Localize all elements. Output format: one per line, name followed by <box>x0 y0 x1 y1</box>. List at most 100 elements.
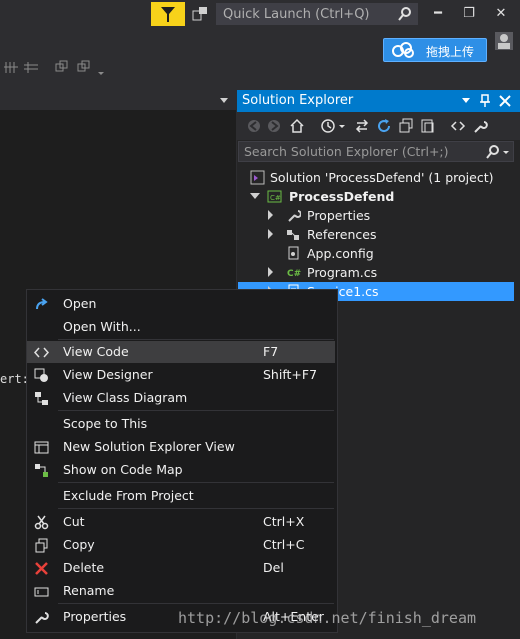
align-icon[interactable] <box>4 60 44 79</box>
designer-icon <box>34 368 48 382</box>
home-icon[interactable] <box>289 118 305 134</box>
expand-arrow-icon[interactable] <box>250 193 260 199</box>
solution-explorer-search-input[interactable]: Search Solution Explorer (Ctrl+;) <box>238 141 514 162</box>
solution-explorer-title-bar: Solution Explorer <box>237 90 520 112</box>
close-icon[interactable] <box>499 95 511 107</box>
tree-item-label: Program.cs <box>307 265 378 280</box>
open-arrow-icon <box>36 298 48 310</box>
class-diagram-icon <box>35 392 48 405</box>
user-avatar-icon[interactable] <box>495 32 513 50</box>
search-icon[interactable] <box>485 144 511 160</box>
pending-dropdown-icon[interactable] <box>338 118 354 134</box>
menu-separator <box>58 508 334 509</box>
tree-item-label: App.config <box>307 246 374 261</box>
tree-item-solution[interactable]: Solution 'ProcessDefend' (1 project) <box>238 168 514 187</box>
rename-icon <box>34 587 49 597</box>
expand-arrow-icon[interactable] <box>268 229 273 239</box>
new-view-icon <box>34 441 49 454</box>
menu-item-label: Open <box>63 296 97 311</box>
minimize-button[interactable]: ━ <box>423 4 453 24</box>
tree-item-properties[interactable]: Properties <box>238 206 514 225</box>
menu-item-label: Copy <box>63 537 95 552</box>
pin-icon[interactable] <box>479 94 491 108</box>
menu-item-exclude-from-project[interactable]: Exclude From Project <box>27 485 335 507</box>
menu-item-scope-to-this[interactable]: Scope to This <box>27 413 335 435</box>
properties-wrench-icon[interactable] <box>472 118 488 134</box>
menu-item-cut[interactable]: Cut Ctrl+X <box>27 511 335 533</box>
upload-button[interactable]: 拖拽上传 <box>383 38 487 62</box>
menu-item-new-solution-explorer-view[interactable]: New Solution Explorer View <box>27 436 335 458</box>
menu-item-view-class-diagram[interactable]: View Class Diagram <box>27 387 335 409</box>
menu-item-shortcut: F7 <box>263 344 279 359</box>
collapse-all-icon[interactable] <box>398 118 414 134</box>
forward-icon[interactable] <box>266 118 282 134</box>
quick-launch-placeholder: Quick Launch (Ctrl+Q) <box>223 7 370 22</box>
menu-item-show-on-code-map[interactable]: Show on Code Map <box>27 459 335 481</box>
menu-item-shortcut: Del <box>263 560 284 575</box>
wrench-icon <box>288 210 301 222</box>
csharp-project-icon: C# <box>267 190 282 203</box>
menu-item-open[interactable]: Open <box>27 293 335 315</box>
panel-dropdown-icon[interactable] <box>462 98 470 104</box>
delete-x-icon <box>35 562 48 575</box>
sync-icon[interactable] <box>354 118 370 134</box>
expand-arrow-icon[interactable] <box>268 210 273 220</box>
tree-item-label: ProcessDefend <box>289 189 395 204</box>
menu-separator <box>58 482 334 483</box>
code-brackets-icon <box>34 347 49 358</box>
menu-item-label: Show on Code Map <box>63 462 183 477</box>
copy-icon <box>35 538 48 553</box>
menu-separator <box>58 603 334 604</box>
watermark-text: http://blog.csdn.net/finish_dream <box>178 609 477 627</box>
tree-item-label: Solution 'ProcessDefend' (1 project) <box>270 170 494 185</box>
wrench-icon <box>35 612 49 624</box>
back-icon[interactable] <box>246 118 262 134</box>
tree-item-references[interactable]: References <box>238 225 514 244</box>
menu-item-label: Rename <box>63 583 115 598</box>
menu-item-label: Exclude From Project <box>63 488 194 503</box>
menu-item-label: Scope to This <box>63 416 148 431</box>
svg-text:C#: C# <box>287 269 301 279</box>
menu-item-label: New Solution Explorer View <box>63 439 235 454</box>
menu-item-copy[interactable]: Copy Ctrl+C <box>27 534 335 556</box>
feedback-icon[interactable] <box>191 5 209 23</box>
close-button[interactable]: ✕ <box>486 4 516 24</box>
search-placeholder: Search Solution Explorer (Ctrl+;) <box>244 144 449 159</box>
menu-item-rename[interactable]: Rename <box>27 580 335 602</box>
csharp-file-icon: C# <box>287 269 301 279</box>
menu-item-view-code[interactable]: View Code F7 <box>27 341 335 363</box>
menu-item-delete[interactable]: Delete Del <box>27 557 335 579</box>
code-view-icon[interactable] <box>450 118 466 134</box>
menu-item-label: Open With... <box>63 319 141 334</box>
quick-launch-input[interactable]: Quick Launch (Ctrl+Q) <box>216 3 418 25</box>
expand-arrow-icon[interactable] <box>268 267 273 277</box>
tree-item-app-config[interactable]: App.config <box>238 244 514 263</box>
restore-button[interactable]: ❐ <box>454 4 484 24</box>
menu-item-shortcut: Shift+F7 <box>263 367 318 382</box>
search-icon[interactable] <box>397 6 413 22</box>
refresh-icon[interactable] <box>376 118 392 134</box>
editor-text: ert: <box>0 372 29 386</box>
menu-item-shortcut: Ctrl+X <box>263 514 305 529</box>
cloud-icon <box>390 41 416 62</box>
tree-item-label: Properties <box>307 208 371 223</box>
menu-item-open-with[interactable]: Open With... <box>27 316 335 338</box>
config-file-icon <box>288 246 299 260</box>
references-icon <box>287 230 299 240</box>
filter-icon[interactable] <box>151 2 185 26</box>
menu-item-shortcut: Ctrl+C <box>263 537 305 552</box>
menu-item-view-designer[interactable]: View Designer Shift+F7 <box>27 364 335 386</box>
solution-icon <box>250 170 265 185</box>
tab-dropdown-icon[interactable] <box>219 97 229 105</box>
menu-separator <box>58 339 334 340</box>
menu-item-label: View Class Diagram <box>63 390 188 405</box>
tree-item-label: References <box>307 227 377 242</box>
tree-item-program-cs[interactable]: C# Program.cs <box>238 263 514 282</box>
layout-icon[interactable] <box>54 60 106 79</box>
show-all-files-icon[interactable] <box>420 118 436 134</box>
tree-item-project[interactable]: C# ProcessDefend <box>238 187 514 206</box>
menu-item-label: Properties <box>63 609 127 624</box>
menu-item-label: Cut <box>63 514 85 529</box>
upload-label: 拖拽上传 <box>426 45 475 59</box>
pending-changes-icon[interactable] <box>320 118 336 134</box>
